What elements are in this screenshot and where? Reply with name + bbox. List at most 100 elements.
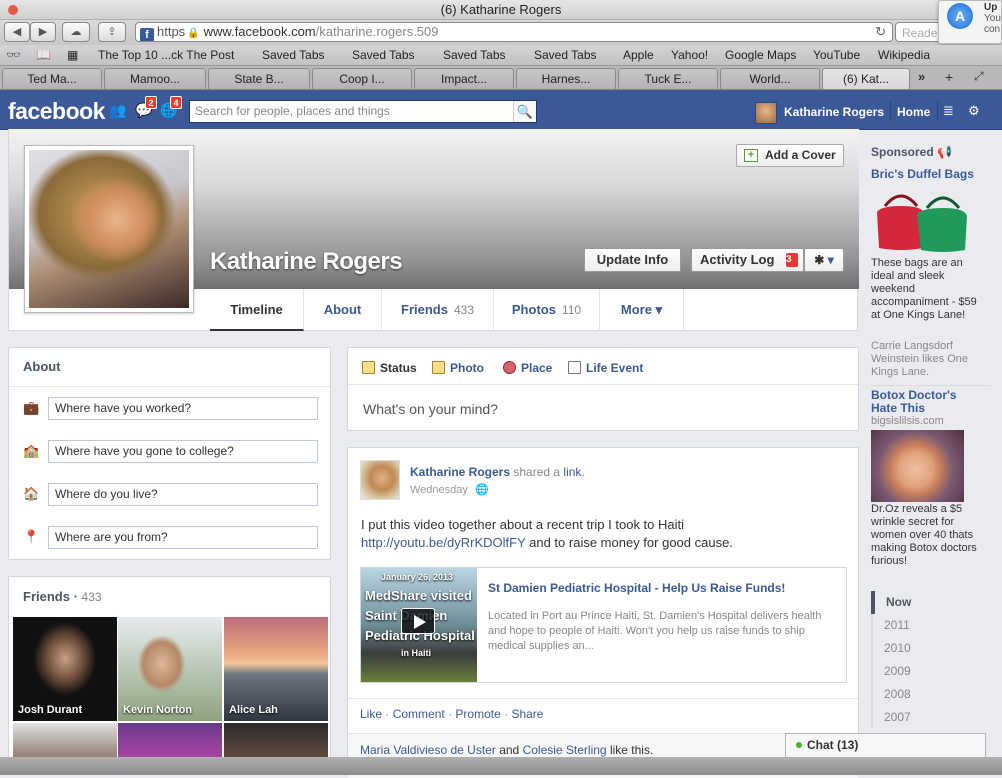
privacy-shortcuts-icon[interactable]: ≣ — [943, 103, 954, 119]
profile-picture[interactable] — [24, 145, 194, 313]
tab-friends[interactable]: Friends 433 — [382, 289, 494, 331]
browser-tab[interactable]: Tuck E... — [618, 68, 718, 89]
place-tab[interactable]: Place — [503, 361, 552, 375]
friend-tile[interactable]: Alice Lah — [224, 617, 328, 721]
home-link[interactable]: Home — [897, 105, 930, 119]
bookmark-item[interactable]: Saved Tabs — [352, 48, 415, 62]
friend-name: Kevin Norton — [123, 704, 193, 716]
browser-tab[interactable]: World... — [720, 68, 820, 89]
browser-tab[interactable]: Coop I... — [312, 68, 412, 89]
notification-popup[interactable]: A Up You con — [938, 0, 1002, 44]
bookmark-item[interactable]: Saved Tabs — [443, 48, 506, 62]
ad-title[interactable]: Bric's Duffel Bags — [871, 167, 974, 181]
life-event-tab[interactable]: Life Event — [568, 361, 643, 375]
year-item[interactable]: 2007 — [871, 706, 997, 729]
share-link[interactable]: Share — [511, 707, 543, 721]
back-button[interactable]: ◀ — [4, 22, 30, 42]
ad-social-context: Carrie Langsdorf Weinstein likes One Kin… — [871, 340, 969, 378]
browser-tab[interactable]: Ted Ma... — [2, 68, 102, 89]
ad-image[interactable] — [871, 430, 964, 502]
liker-link[interactable]: Maria Valdivieso de Uster — [360, 743, 496, 757]
avatar[interactable] — [360, 460, 400, 500]
book-icon[interactable]: 📖 — [36, 48, 51, 62]
ad-title[interactable]: Botox Doctor's Hate This — [871, 389, 981, 415]
year-item[interactable]: 2009 — [871, 660, 997, 683]
friend-tile[interactable]: Josh Durant — [13, 617, 117, 721]
college-field[interactable]: Where have you gone to college? — [48, 440, 318, 463]
update-info-button[interactable]: Update Info — [584, 248, 681, 272]
tab-overview-icon[interactable]: ⤢ — [974, 69, 984, 84]
browser-tab-active[interactable]: (6) Kat... — [822, 68, 910, 89]
post-timestamp[interactable]: Wednesday 🌐 — [410, 483, 489, 496]
address-bar[interactable]: f https 🔒 www.facebook.com/katharine.rogers… — [135, 22, 893, 42]
new-tab-icon[interactable]: + — [945, 69, 953, 85]
grid-icon[interactable]: ▦ — [67, 48, 78, 62]
current-city-field[interactable]: Where do you live? — [48, 483, 318, 506]
bookmark-item[interactable]: Saved Tabs — [534, 48, 597, 62]
year-item-now[interactable]: Now — [871, 591, 997, 614]
shared-link-card[interactable]: January 26, 2013 MedShare visited Saint … — [360, 567, 847, 683]
bookmarks-bar: 👓 📖 ▦ The Top 10 ...ck The Post Saved Ta… — [0, 45, 1002, 66]
work-field[interactable]: Where have you worked? — [48, 397, 318, 420]
hometown-field[interactable]: Where are you from? — [48, 526, 318, 549]
about-heading[interactable]: About — [23, 359, 61, 374]
browser-tab[interactable]: Harnes... — [516, 68, 616, 89]
facebook-logo[interactable]: facebook — [8, 98, 105, 125]
status-tab[interactable]: Status — [362, 361, 417, 375]
bookmark-item[interactable]: The Top 10 ...ck The Post — [98, 48, 234, 62]
user-name-link[interactable]: Katharine Rogers — [784, 105, 884, 119]
user-avatar[interactable] — [755, 102, 777, 124]
post-author-link[interactable]: Katharine Rogers — [410, 465, 510, 479]
post-link-word[interactable]: link — [563, 465, 581, 479]
comment-link[interactable]: Comment — [393, 707, 445, 721]
tab-photos[interactable]: Photos 110 — [494, 289, 600, 331]
icloud-tabs-button[interactable]: ☁ — [62, 22, 90, 42]
ad-image[interactable] — [871, 182, 971, 254]
status-input[interactable]: What's on your mind? — [363, 401, 498, 417]
year-item[interactable]: 2008 — [871, 683, 997, 706]
profile-name: Katharine Rogers — [210, 248, 403, 275]
friends-heading[interactable]: Friends · 433 — [23, 589, 102, 604]
bookmark-item[interactable]: Saved Tabs — [262, 48, 325, 62]
chat-bar[interactable]: Chat (13) — [785, 733, 986, 758]
bookmark-item[interactable]: Wikipedia — [878, 48, 930, 62]
year-item[interactable]: 2011 — [871, 614, 997, 637]
megaphone-icon[interactable]: 📢 — [937, 145, 952, 159]
bookmark-item[interactable]: Apple — [623, 48, 654, 62]
reload-icon[interactable]: ↻ — [875, 23, 886, 41]
year-item[interactable]: 2010 — [871, 637, 997, 660]
add-cover-button[interactable]: + Add a Cover — [736, 144, 844, 167]
liker-link[interactable]: Colesie Sterling — [523, 743, 607, 757]
search-icon[interactable]: 🔍 — [513, 101, 536, 122]
browser-tab[interactable]: Impact... — [414, 68, 514, 89]
post-text: and to raise money for good cause. — [529, 535, 733, 550]
search-input[interactable]: Search for people, places and things — [189, 100, 537, 123]
tab-label: More — [620, 302, 652, 317]
shared-link-title[interactable]: St Damien Pediatric Hospital - Help Us R… — [488, 581, 838, 595]
share-button[interactable]: ⇪ — [98, 22, 126, 42]
gear-icon: ✱ — [814, 253, 825, 267]
tab-more[interactable]: More ▾ — [600, 289, 684, 331]
youtube-link[interactable]: http://youtu.be/dyRrKDOlfFY — [361, 535, 526, 550]
photo-tab[interactable]: Photo — [432, 361, 484, 375]
promote-link[interactable]: Promote — [455, 707, 500, 721]
settings-dropdown-button[interactable]: ✱ ▾ — [804, 248, 844, 272]
facebook-header: facebook 👥 💬 2 🌐 4 Search for people, pl… — [0, 90, 1002, 130]
activity-log-button[interactable]: Activity Log 3 — [691, 248, 804, 272]
play-icon[interactable] — [401, 608, 435, 634]
more-tabs-icon[interactable]: » — [918, 69, 925, 84]
friend-requests-icon[interactable]: 👥 — [109, 102, 127, 118]
gear-icon[interactable]: ⚙ — [968, 103, 980, 119]
glasses-icon[interactable]: 👓 — [6, 48, 21, 62]
bookmark-item[interactable]: Google Maps — [725, 48, 796, 62]
tab-about[interactable]: About — [304, 289, 382, 331]
like-link[interactable]: Like — [360, 707, 382, 721]
bookmark-item[interactable]: Yahoo! — [671, 48, 708, 62]
browser-tab[interactable]: Mamoo... — [104, 68, 206, 89]
bookmark-item[interactable]: YouTube — [813, 48, 860, 62]
friend-tile[interactable]: Kevin Norton — [118, 617, 222, 721]
forward-button[interactable]: ▶ — [30, 22, 56, 42]
browser-tab[interactable]: State B... — [208, 68, 310, 89]
tab-timeline[interactable]: Timeline — [210, 289, 304, 331]
video-thumbnail[interactable]: January 26, 2013 MedShare visited Saint … — [361, 568, 477, 682]
